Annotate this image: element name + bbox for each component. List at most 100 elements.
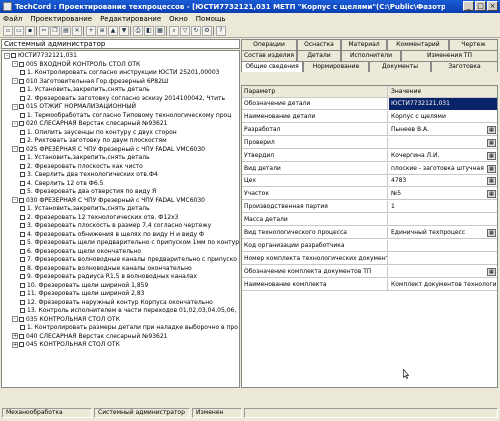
grid-row[interactable]: Утвердил Кочергина Л.И. ▦ [242, 149, 497, 162]
tree-node[interactable]: 1. Установить,закрепить,снять деталь [20, 205, 150, 212]
tree-expander-icon[interactable]: - [12, 316, 18, 322]
tree-node[interactable]: 1. Контролировать согласно инструкции ЮС… [20, 69, 219, 76]
tree-expander-icon[interactable]: - [12, 146, 18, 152]
grid-row[interactable]: Проверил ▦ [242, 136, 497, 149]
tree-checkbox[interactable] [20, 248, 25, 254]
tree-checkbox[interactable] [19, 197, 24, 203]
add-operation-icon[interactable]: + [86, 26, 96, 36]
tree-node[interactable]: - ЮСТИ7732121,031 [4, 52, 77, 59]
tree-node[interactable]: 1. Установить,закрепить,снять деталь [20, 86, 150, 93]
grid-row[interactable]: Цех 4783 ▦ [242, 175, 497, 188]
tree-checkbox[interactable] [20, 291, 25, 296]
tree-node[interactable]: 3. Фрезеровать плоскость в размер 7,4 со… [20, 222, 211, 229]
tree-node[interactable]: +040 СЛЕСАРНАЯ Верстак слесарный №93621 [12, 333, 167, 340]
tree-expander-icon[interactable]: - [12, 120, 18, 127]
new-file-icon[interactable]: ▫ [3, 26, 13, 36]
tree-expander-icon[interactable]: - [12, 103, 18, 110]
tree-checkbox[interactable] [20, 231, 25, 237]
tab-comment[interactable]: Комментарий [387, 39, 449, 50]
tree-node[interactable]: 4. Сверлить 12 отв Ф6.5 [20, 180, 103, 187]
lookup-picker-icon[interactable]: ▦ [487, 267, 496, 276]
tree-node[interactable]: - 025 ФРЕЗЕРНАЯ С ЧПУ Фрезерный с ЧПУ FAD… [12, 146, 205, 153]
tree-node[interactable]: 1. Установить,закрепить,снять деталь [20, 154, 150, 161]
cut-icon[interactable]: ✂ [39, 26, 49, 36]
tree-node[interactable]: 1. Контролировать размеры детали при нал… [20, 324, 238, 331]
tab-blank[interactable]: Заготовка [431, 61, 498, 72]
tree-checkbox[interactable] [20, 112, 25, 118]
refresh-icon[interactable]: ↻ [191, 26, 201, 36]
param-value[interactable]: 1 [389, 201, 497, 213]
grid-row[interactable]: Номер комплекта технологических документ… [242, 252, 497, 265]
tree-node[interactable]: 1. Термообработать согласно Типовому тех… [20, 112, 231, 119]
lookup-picker-icon[interactable]: ▦ [487, 177, 496, 186]
grid-row[interactable]: Масса детали [242, 214, 497, 227]
tree-node[interactable]: 1. Опилить заусенцы по контуру с двух ст… [20, 129, 177, 136]
tree-node[interactable]: 11. Фрезеровать щели шириной 2,83 [20, 290, 144, 297]
properties-grid[interactable]: Параметр Значение Обозначение детали ЮСТИ77… [241, 85, 498, 388]
tree-checkbox[interactable] [20, 265, 25, 271]
tree-checkbox[interactable] [20, 214, 25, 220]
param-value[interactable]: 4783 [389, 175, 497, 187]
tab-operations[interactable]: Операции [241, 39, 297, 50]
grid-row[interactable]: Вид технологического процесса Единичный т… [242, 227, 497, 239]
lookup-picker-icon[interactable]: ▦ [487, 138, 496, 147]
grid-row[interactable]: Код организации разработчика [242, 239, 497, 252]
grid-row[interactable]: Наименование комплекта Комплект документо… [242, 278, 497, 291]
open-folder-icon[interactable]: ▭ [14, 26, 24, 36]
tree-checkbox[interactable] [20, 138, 25, 143]
menu-file[interactable]: Файл [3, 15, 22, 23]
tree-node[interactable]: - 010 Заготовительная Гор.фрезерный 6Р82Ш [12, 78, 168, 85]
copy-icon[interactable]: ❐ [50, 26, 60, 36]
tree-checkbox[interactable] [20, 308, 25, 313]
param-value[interactable]: Пынеев В.А. [389, 124, 497, 136]
tree-checkbox[interactable] [20, 155, 25, 160]
settings-icon[interactable]: ⚙ [202, 26, 212, 36]
tree-node[interactable]: - 015 ОТЖИГ НОРМАЛИЗАЦИОННЫЙ [12, 103, 136, 110]
menu-help[interactable]: Помощь [196, 15, 226, 23]
tree-node[interactable]: 6. Фрезеровать щели окончательно [20, 248, 141, 255]
param-value[interactable] [389, 253, 497, 265]
tree-node[interactable]: - 020 СЛЕСАРНАЯ Верстак слесарный №93621 [12, 120, 167, 127]
tree-checkbox[interactable] [19, 146, 24, 152]
grid-row[interactable]: Обозначение детали ЮСТИ7732121,031 [242, 98, 497, 110]
tree-checkbox[interactable] [20, 257, 25, 262]
tab-process-changes[interactable]: Изменения ТП [401, 50, 498, 61]
menu-edit[interactable]: Редактирование [100, 15, 161, 23]
param-value[interactable]: ЮСТИ7732121,031 [389, 98, 497, 110]
tab-parts[interactable]: Детали [297, 50, 341, 61]
delete-icon[interactable]: ✕ [72, 26, 82, 36]
tree-checkbox[interactable] [11, 53, 16, 58]
tree-checkbox[interactable] [20, 189, 25, 194]
param-value[interactable]: Единичный техпроцесс [389, 227, 497, 239]
tree-checkbox[interactable] [20, 163, 25, 169]
tab-general-info[interactable]: Общие сведения [241, 61, 303, 72]
tree-node[interactable]: 10. Фрезеровать щели шириной 1,859 [20, 282, 148, 289]
add-step-icon[interactable]: ⊕ [97, 26, 107, 36]
search-icon[interactable]: ⌕ [169, 26, 179, 36]
tree-node[interactable]: +045 КОНТРОЛЬНАЯ СТОЛ ОТК [12, 341, 120, 348]
lookup-picker-icon[interactable]: ▦ [487, 229, 496, 237]
param-value[interactable]: Кочергина Л.И. [389, 150, 497, 162]
tree-node[interactable]: 3. Сверлить два технологических отв.Ф4 [20, 171, 158, 178]
menu-window[interactable]: Окно [169, 15, 188, 23]
tab-performers[interactable]: Исполнители [341, 50, 401, 61]
tree-checkbox[interactable] [20, 95, 25, 101]
tab-tooling[interactable]: Оснастка [297, 39, 341, 50]
filter-icon[interactable]: ▽ [180, 26, 190, 36]
tree-expander-icon[interactable]: + [12, 333, 18, 339]
tree-node[interactable]: 5. Фрезеровать щели предварительно с при… [20, 239, 239, 246]
param-value[interactable]: Корпус с щелями [389, 111, 497, 123]
tree-checkbox[interactable] [19, 333, 24, 339]
tree-checkbox[interactable] [19, 61, 24, 67]
tree-node[interactable]: 2. Фрезеровать заготовку согласно эскизу… [20, 95, 225, 102]
tree-checkbox[interactable] [19, 342, 24, 347]
tree-node[interactable]: 9. Фрезеровать радиуса R1,5 в волноводны… [20, 273, 197, 280]
tree-expander-icon[interactable]: - [12, 78, 18, 84]
grid-row[interactable]: Производственная партия 1 [242, 201, 497, 214]
tree-checkbox[interactable] [20, 223, 25, 228]
param-value[interactable] [389, 137, 497, 149]
grid-row[interactable]: Разработал Пынеев В.А. ▦ [242, 123, 497, 136]
help-icon[interactable]: ? [216, 26, 226, 36]
tree-expander-icon[interactable]: - [4, 52, 10, 59]
save-icon[interactable]: ▪ [25, 26, 35, 36]
